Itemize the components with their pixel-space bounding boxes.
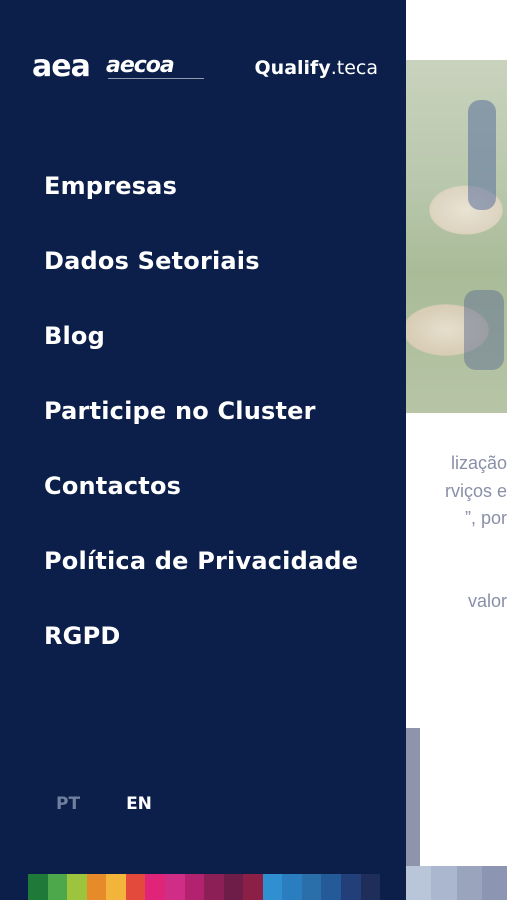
menu-link-blog[interactable]: Blog (44, 322, 105, 350)
color-bar-segment (67, 874, 87, 900)
color-bar-segment (106, 874, 126, 900)
menu-item-politica-privacidade: Política de Privacidade (44, 523, 384, 598)
color-bar-segment (164, 874, 185, 900)
color-bar-segment (360, 874, 381, 900)
qualify-logo-word: Qualify (254, 57, 331, 79)
color-bar-segment (301, 874, 322, 900)
main-menu: Empresas Dados Setoriais Blog Participe … (44, 148, 384, 673)
menu-link-politica-privacidade[interactable]: Política de Privacidade (44, 547, 358, 575)
menu-item-rgpd: RGPD (44, 598, 384, 673)
menu-link-empresas[interactable]: Empresas (44, 172, 177, 200)
menu-link-rgpd[interactable]: RGPD (44, 622, 121, 650)
color-bar-segment (262, 874, 283, 900)
language-switcher: PT EN (56, 794, 152, 814)
color-bar-segment (204, 874, 224, 900)
menu-link-contactos[interactable]: Contactos (44, 472, 181, 500)
color-bar-segment (86, 874, 107, 900)
qualify-teca-logo[interactable]: Qualify.teca (255, 56, 378, 80)
background-tile (431, 866, 457, 900)
color-bar-segment (243, 874, 263, 900)
brand-color-bar (28, 874, 381, 900)
menu-item-participe: Participe no Cluster (44, 373, 384, 448)
color-bar-segment (321, 874, 341, 900)
color-bar-segment (145, 874, 165, 900)
partner-logos: aea aecoa Qualify.teca (30, 52, 378, 86)
photo-detail (464, 290, 504, 370)
menu-item-contactos: Contactos (44, 448, 384, 523)
menu-link-dados-setoriais[interactable]: Dados Setoriais (44, 247, 260, 275)
background-tile (481, 866, 507, 900)
color-bar-segment (47, 874, 68, 900)
color-bar-segment (184, 874, 205, 900)
language-option-en[interactable]: EN (126, 794, 152, 814)
background-tiles (406, 866, 507, 900)
language-option-pt[interactable]: PT (56, 794, 80, 814)
menu-item-empresas: Empresas (44, 148, 384, 223)
aecoa-logo[interactable]: aecoa (106, 54, 206, 84)
color-bar-segment (282, 874, 302, 900)
background-tile (456, 866, 482, 900)
photo-detail (468, 100, 496, 210)
aecoa-logo-tagline (108, 78, 204, 82)
menu-item-blog: Blog (44, 298, 384, 373)
teca-logo-word: .teca (330, 57, 378, 79)
color-bar-segment (341, 874, 361, 900)
color-bar-segment (223, 874, 244, 900)
navigation-drawer: aea aecoa Qualify.teca Empresas Dados Se… (0, 0, 406, 900)
menu-item-dados-setoriais: Dados Setoriais (44, 223, 384, 298)
color-bar-segment (125, 874, 146, 900)
background-tile (406, 866, 432, 900)
aea-logo[interactable]: aea (32, 52, 91, 82)
color-bar-segment (28, 874, 48, 900)
background-photo (406, 60, 507, 413)
menu-link-participe[interactable]: Participe no Cluster (44, 397, 316, 425)
aecoa-logo-mark: aecoa (106, 53, 175, 78)
